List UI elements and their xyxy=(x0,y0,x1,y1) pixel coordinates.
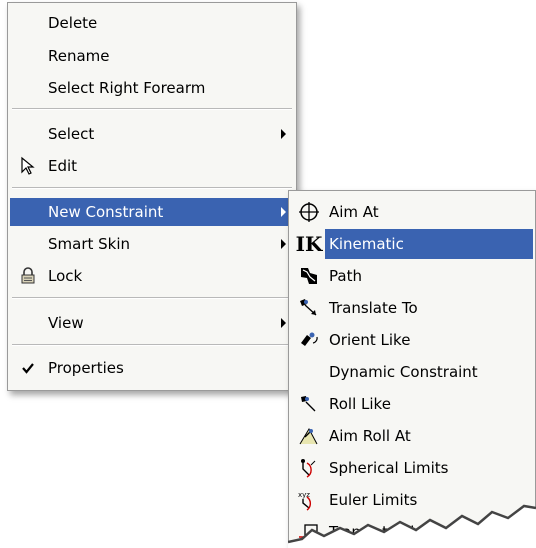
menu-separator xyxy=(12,344,292,346)
submenu-item-orient-like[interactable]: Orient Like xyxy=(291,325,533,355)
ik-icon: IK xyxy=(295,232,323,256)
submenu-item-translate-to[interactable]: Translate To xyxy=(291,293,533,323)
submenu-arrow-icon xyxy=(281,129,286,139)
menu-item-edit[interactable]: Edit xyxy=(10,152,294,180)
path-icon xyxy=(297,265,321,287)
menu-item-label: Select xyxy=(48,125,95,143)
submenu-item-spherical-limits[interactable]: Spherical Limits xyxy=(291,453,533,483)
submenu-item-label: Kinematic xyxy=(329,235,404,253)
menu-item-view[interactable]: View xyxy=(10,309,294,337)
submenu-item-label: Translate To xyxy=(329,299,418,317)
translate-to-icon xyxy=(297,297,321,319)
submenu-item-dynamic-constraint[interactable]: Dynamic Constraint xyxy=(291,357,533,387)
menu-item-label: Properties xyxy=(48,359,124,377)
menu-item-label: Lock xyxy=(48,267,83,285)
submenu-item-label: Aim At xyxy=(329,203,379,221)
menu-item-delete[interactable]: Delete xyxy=(10,9,294,37)
submenu-item-path[interactable]: Path xyxy=(291,261,533,291)
menu-item-label: New Constraint xyxy=(48,203,164,221)
menu-item-smart-skin[interactable]: Smart Skin xyxy=(10,230,294,258)
spherical-limits-icon xyxy=(297,457,321,479)
menu-item-label: Delete xyxy=(48,14,98,32)
submenu-arrow-icon xyxy=(281,207,286,217)
lock-icon xyxy=(18,266,38,286)
submenu-arrow-icon xyxy=(281,318,286,328)
context-menu: Delete Rename Select Right Forearm Selec… xyxy=(7,2,297,391)
submenu-item-aim-at[interactable]: Aim At xyxy=(291,197,533,227)
menu-item-label: Rename xyxy=(48,47,110,65)
submenu-item-label: Roll Like xyxy=(329,395,391,413)
menu-item-label: Smart Skin xyxy=(48,235,131,253)
menu-separator xyxy=(12,297,292,299)
submenu-item-label: Orient Like xyxy=(329,331,411,349)
aim-at-icon xyxy=(297,201,321,223)
submenu-item-label: Path xyxy=(329,267,362,285)
menu-item-label: View xyxy=(48,314,84,332)
cursor-arrow-icon xyxy=(18,156,38,176)
menu-item-lock[interactable]: Lock xyxy=(10,262,294,290)
submenu-item-roll-like[interactable]: Roll Like xyxy=(291,389,533,419)
menu-item-select-right-forearm[interactable]: Select Right Forearm xyxy=(10,74,294,102)
submenu-item-label: Aim Roll At xyxy=(329,427,411,445)
menu-item-rename[interactable]: Rename xyxy=(10,42,294,70)
aim-roll-at-icon xyxy=(297,425,321,447)
orient-like-icon xyxy=(297,329,321,351)
submenu-item-label: Dynamic Constraint xyxy=(329,363,478,381)
menu-item-properties[interactable]: Properties xyxy=(10,354,294,382)
menu-item-label: Edit xyxy=(48,157,78,175)
submenu-item-kinematic[interactable]: IK Kinematic xyxy=(291,229,533,259)
torn-edge-decoration xyxy=(288,504,536,548)
submenu-arrow-icon xyxy=(281,239,286,249)
menu-item-new-constraint[interactable]: New Constraint xyxy=(10,198,294,226)
menu-item-select[interactable]: Select xyxy=(10,120,294,148)
menu-separator xyxy=(12,108,292,110)
submenu-item-label: Spherical Limits xyxy=(329,459,449,477)
submenu-item-aim-roll-at[interactable]: Aim Roll At xyxy=(291,421,533,451)
menu-separator xyxy=(12,187,292,189)
roll-like-icon xyxy=(297,393,321,415)
menu-item-label: Select Right Forearm xyxy=(48,79,206,97)
checkmark-icon xyxy=(18,358,38,378)
